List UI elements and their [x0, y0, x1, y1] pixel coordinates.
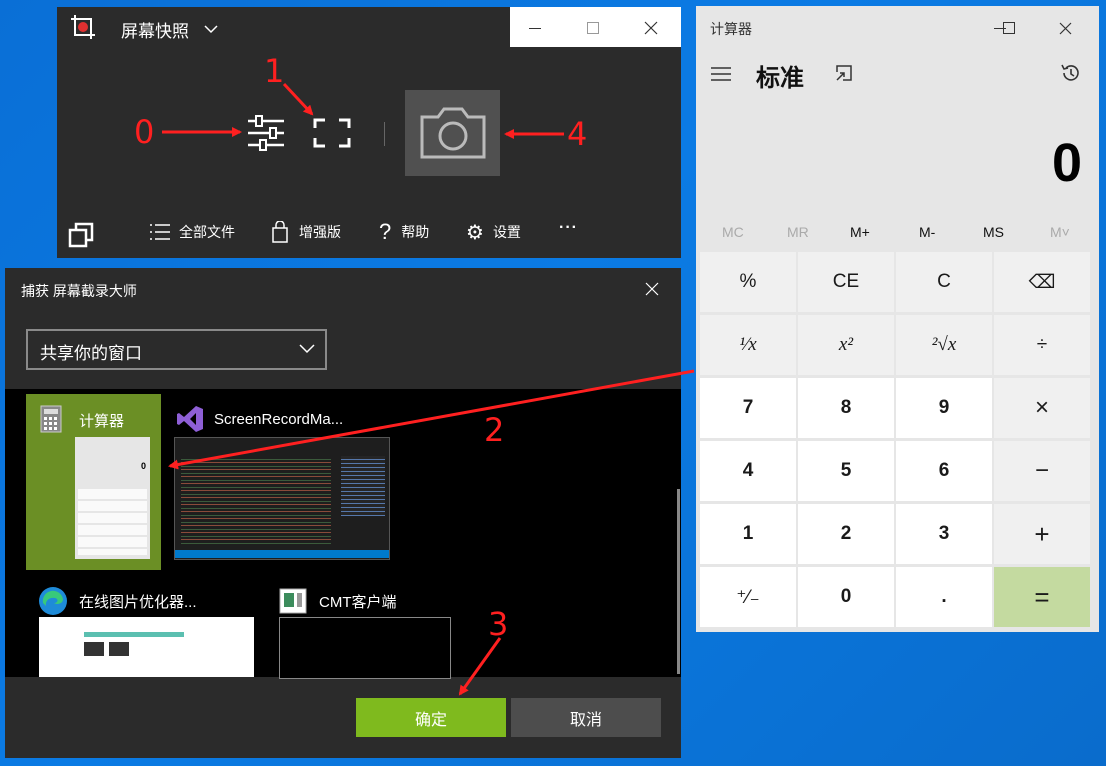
annotation-arrow-2 [168, 369, 695, 470]
annotation-arrow-3 [458, 637, 502, 696]
annotation-label-4: 4 [567, 115, 588, 153]
annotation-label-1: 1 [264, 52, 285, 90]
annotation-label-3: 3 [488, 605, 509, 643]
annotation-arrow-1 [282, 82, 314, 116]
annotation-label-2: 2 [484, 411, 505, 449]
annotation-label-0: 0 [134, 113, 155, 151]
annotation-overlay [162, 82, 695, 696]
